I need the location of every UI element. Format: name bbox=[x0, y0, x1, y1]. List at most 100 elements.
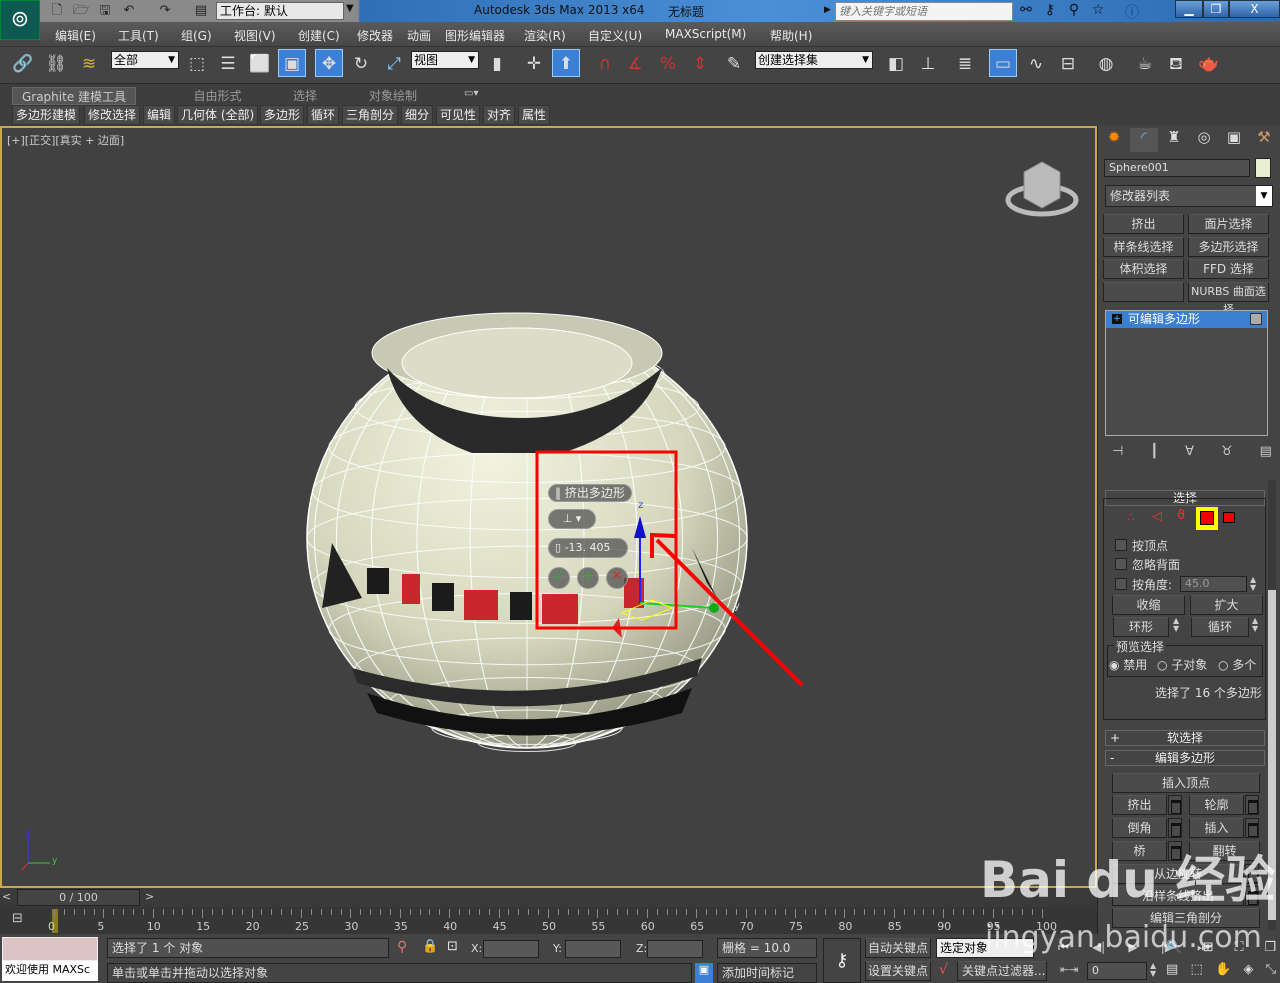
edit-polygons-rollout-header[interactable]: -编辑多边形 bbox=[1105, 750, 1265, 766]
ribbon-options-icon[interactable]: ▭▾ bbox=[464, 88, 478, 99]
manipulate-icon[interactable]: ✛ bbox=[520, 50, 548, 78]
mod-nurbs-select-button[interactable]: NURBS 曲面选择 bbox=[1188, 282, 1269, 302]
maximize-viewport-icon[interactable]: ⤡ bbox=[1266, 962, 1276, 977]
absolute-mode-icon[interactable]: ⊡ bbox=[447, 939, 458, 954]
orbit-icon[interactable]: ◈ bbox=[1243, 962, 1253, 977]
ribbon-polygons[interactable]: 多边形 bbox=[260, 105, 304, 125]
ribbon-visibility[interactable]: 可见性 bbox=[436, 105, 480, 125]
satellite-icon[interactable]: ⚲ bbox=[1064, 2, 1084, 20]
soft-selection-rollout-header[interactable]: +软选择 bbox=[1105, 730, 1265, 746]
next-frame-icon[interactable]: > bbox=[145, 890, 154, 903]
extrude-button[interactable]: 挤出 bbox=[1112, 795, 1167, 815]
vertex-mode-icon[interactable]: ∴ bbox=[1127, 510, 1135, 524]
snaps-toggle-icon[interactable]: ∩ bbox=[591, 50, 619, 78]
ribbon-edit[interactable]: 编辑 bbox=[143, 105, 175, 125]
window-crossing-icon[interactable]: ▣ bbox=[278, 49, 306, 77]
maxscript-welcome[interactable]: 欢迎使用 MAXSc bbox=[2, 961, 98, 981]
undo-icon[interactable]: ↶ bbox=[120, 2, 138, 20]
object-color-swatch[interactable] bbox=[1255, 158, 1271, 178]
pin-stack-icon[interactable]: ⊣ bbox=[1112, 444, 1123, 459]
quick-access-menu-icon[interactable]: ▼ bbox=[346, 3, 354, 14]
ignore-backface-checkbox[interactable] bbox=[1115, 558, 1127, 570]
menu-modifiers[interactable]: 修改器 bbox=[357, 27, 393, 44]
select-scale-icon[interactable]: ⤢ bbox=[380, 50, 408, 78]
select-rotate-icon[interactable]: ↻ bbox=[347, 50, 375, 78]
angle-snap-icon[interactable]: ∡ bbox=[621, 50, 649, 78]
pan-icon[interactable]: ✋ bbox=[1215, 962, 1231, 977]
y-coordinate-input[interactable] bbox=[565, 940, 621, 958]
select-by-name-icon[interactable]: ☰ bbox=[214, 50, 242, 78]
app-menu-button[interactable]: ⊚ bbox=[0, 0, 40, 40]
time-slider-thumb[interactable]: 0 / 100 bbox=[17, 889, 140, 906]
redo-icon[interactable]: ↷ bbox=[156, 2, 174, 20]
isolate-selection-icon[interactable]: ⚲ bbox=[397, 939, 407, 955]
ring-button[interactable]: 环形 bbox=[1113, 617, 1169, 637]
ring-spinner[interactable]: ▲▼ bbox=[1173, 617, 1179, 633]
make-unique-icon[interactable]: ∀ bbox=[1185, 444, 1194, 459]
stack-item-editable-poly[interactable]: + 可编辑多边形 bbox=[1106, 311, 1267, 328]
graphite-toggle-icon[interactable]: ▭ bbox=[989, 49, 1017, 77]
menu-group[interactable]: 组(G) bbox=[181, 27, 212, 44]
key-icon[interactable]: ⚷ bbox=[1040, 2, 1060, 20]
outline-button[interactable]: 轮廓 bbox=[1189, 795, 1244, 815]
insert-vertex-button[interactable]: 插入顶点 bbox=[1112, 773, 1260, 793]
schematic-view-icon[interactable]: ⊟ bbox=[1054, 50, 1082, 78]
workspace-dropdown[interactable]: 工作台: 默认 bbox=[216, 2, 344, 20]
set-key-big-icon[interactable]: ⚷ bbox=[823, 938, 861, 983]
help-icon[interactable]: ⓘ bbox=[1122, 2, 1142, 20]
tab-object-paint[interactable]: 对象绘制 bbox=[358, 87, 428, 105]
ribbon-triangulation[interactable]: 三角剖分 bbox=[342, 105, 398, 125]
remove-modifier-icon[interactable]: ♉ bbox=[1221, 444, 1233, 459]
object-name-field[interactable]: Sphere001 bbox=[1104, 159, 1250, 177]
project-folder-icon[interactable]: ▤ bbox=[192, 2, 210, 20]
keyboard-shortcut-override-icon[interactable]: ⬆ bbox=[552, 49, 580, 77]
mod-patch-select-button[interactable]: 面片选择 bbox=[1188, 214, 1269, 234]
caddy-ok-icon[interactable]: ✓ bbox=[548, 567, 570, 589]
mod-poly-select-button[interactable]: 多边形选择 bbox=[1188, 237, 1269, 257]
menu-create[interactable]: 创建(C) bbox=[298, 27, 340, 44]
preview-subobject-radio[interactable]: ○ 子对象 bbox=[1157, 656, 1207, 673]
extrude-settings-icon[interactable] bbox=[1168, 795, 1182, 815]
by-vertex-checkbox[interactable] bbox=[1115, 539, 1127, 551]
create-tab-icon[interactable]: ✹ bbox=[1100, 128, 1128, 152]
expand-icon[interactable]: + bbox=[1112, 314, 1122, 324]
extrude-height-field[interactable]: ▯ -13. 405 bbox=[548, 538, 628, 558]
polygon-mode-icon[interactable] bbox=[1196, 507, 1218, 530]
bevel-button[interactable]: 倒角 bbox=[1112, 818, 1167, 838]
maximize-button[interactable]: ❐ bbox=[1203, 0, 1229, 18]
percent-snap-icon[interactable]: % bbox=[654, 50, 682, 78]
caddy-apply-icon[interactable]: + bbox=[577, 567, 599, 589]
grow-button[interactable]: 扩大 bbox=[1190, 595, 1263, 615]
menu-graph-editors[interactable]: 图形编辑器 bbox=[445, 27, 505, 44]
element-mode-icon[interactable] bbox=[1223, 512, 1235, 523]
selection-lock-icon[interactable]: 🔒 bbox=[422, 939, 438, 954]
star-icon[interactable]: ☆ bbox=[1088, 2, 1108, 20]
bind-space-warp-icon[interactable]: ≋ bbox=[75, 50, 103, 78]
ribbon-loops[interactable]: 循环 bbox=[307, 105, 339, 125]
open-file-icon[interactable]: 🗁 bbox=[72, 2, 90, 20]
region-zoom-icon[interactable]: ⬚ bbox=[1191, 962, 1203, 977]
mirror-icon[interactable]: ◧ bbox=[882, 50, 910, 78]
search-expand-icon[interactable]: ▶ bbox=[824, 5, 831, 15]
menu-rendering[interactable]: 渲染(R) bbox=[524, 27, 566, 44]
x-coordinate-input[interactable] bbox=[483, 940, 539, 958]
utilities-tab-icon[interactable]: ⚒ bbox=[1250, 128, 1278, 152]
by-angle-checkbox[interactable] bbox=[1115, 578, 1127, 590]
mod-ffd-select-button[interactable]: FFD 选择 bbox=[1188, 259, 1269, 279]
ribbon-polygon-modeling[interactable]: 多边形建模 bbox=[12, 105, 80, 125]
caddy-cancel-icon[interactable]: ✕ bbox=[606, 567, 628, 589]
z-coordinate-input[interactable] bbox=[647, 940, 703, 958]
select-object-icon[interactable]: ⬚ bbox=[183, 50, 211, 78]
pivot-center-icon[interactable]: ▮ bbox=[483, 50, 511, 78]
rendered-frame-window-icon[interactable]: ⛾ bbox=[1162, 50, 1190, 78]
key-tangent-icon[interactable]: √ bbox=[939, 962, 948, 978]
menu-customize[interactable]: 自定义(U) bbox=[588, 27, 642, 44]
named-selection-dropdown[interactable]: 创建选择集 bbox=[755, 51, 873, 69]
stack-toggle-icon[interactable] bbox=[1250, 313, 1262, 325]
reference-coordinate-dropdown[interactable]: 视图 bbox=[411, 51, 479, 69]
maxscript-listener-mini[interactable] bbox=[2, 937, 98, 961]
menu-maxscript[interactable]: MAXScript(M) bbox=[665, 27, 746, 41]
mod-spline-select-button[interactable]: 样条线选择 bbox=[1103, 237, 1184, 257]
ribbon-align[interactable]: 对齐 bbox=[483, 105, 515, 125]
inset-settings-icon[interactable] bbox=[1245, 818, 1259, 838]
